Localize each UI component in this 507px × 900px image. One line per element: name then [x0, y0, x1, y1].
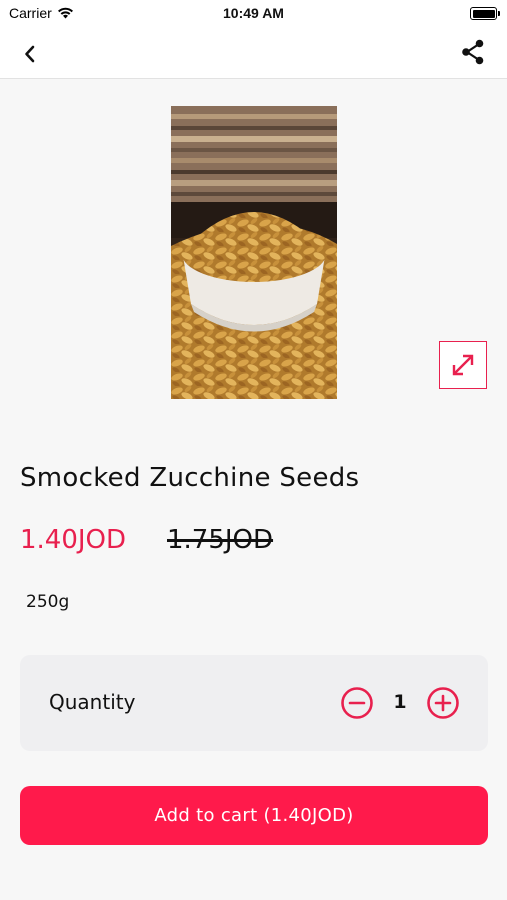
increase-quantity-button[interactable]	[426, 686, 460, 720]
expand-image-button[interactable]	[439, 341, 487, 389]
status-bar: Carrier 10:49 AM	[0, 0, 507, 28]
quantity-value: 1	[393, 691, 407, 713]
product-image[interactable]	[171, 106, 337, 399]
back-button[interactable]	[16, 40, 44, 68]
decrease-quantity-button[interactable]	[340, 686, 374, 720]
expand-arrows-icon	[452, 354, 474, 376]
chevron-left-icon	[25, 45, 35, 63]
nav-bar	[0, 28, 507, 79]
share-icon	[462, 39, 484, 65]
quantity-card: Quantity 1	[20, 655, 488, 751]
minus-circle-icon	[341, 687, 373, 719]
plus-circle-icon	[427, 687, 459, 719]
battery-icon	[470, 7, 500, 20]
share-button[interactable]	[459, 38, 487, 66]
product-title: Smocked Zucchine Seeds	[20, 463, 360, 493]
quantity-label: Quantity	[49, 690, 136, 714]
status-time: 10:49 AM	[223, 5, 284, 21]
product-old-price: 1.75JOD	[167, 525, 274, 555]
product-weight: 250g	[26, 592, 70, 612]
product-photo	[171, 106, 337, 399]
add-to-cart-button[interactable]: Add to cart (1.40JOD)	[20, 786, 488, 845]
product-price: 1.40JOD	[20, 525, 127, 555]
